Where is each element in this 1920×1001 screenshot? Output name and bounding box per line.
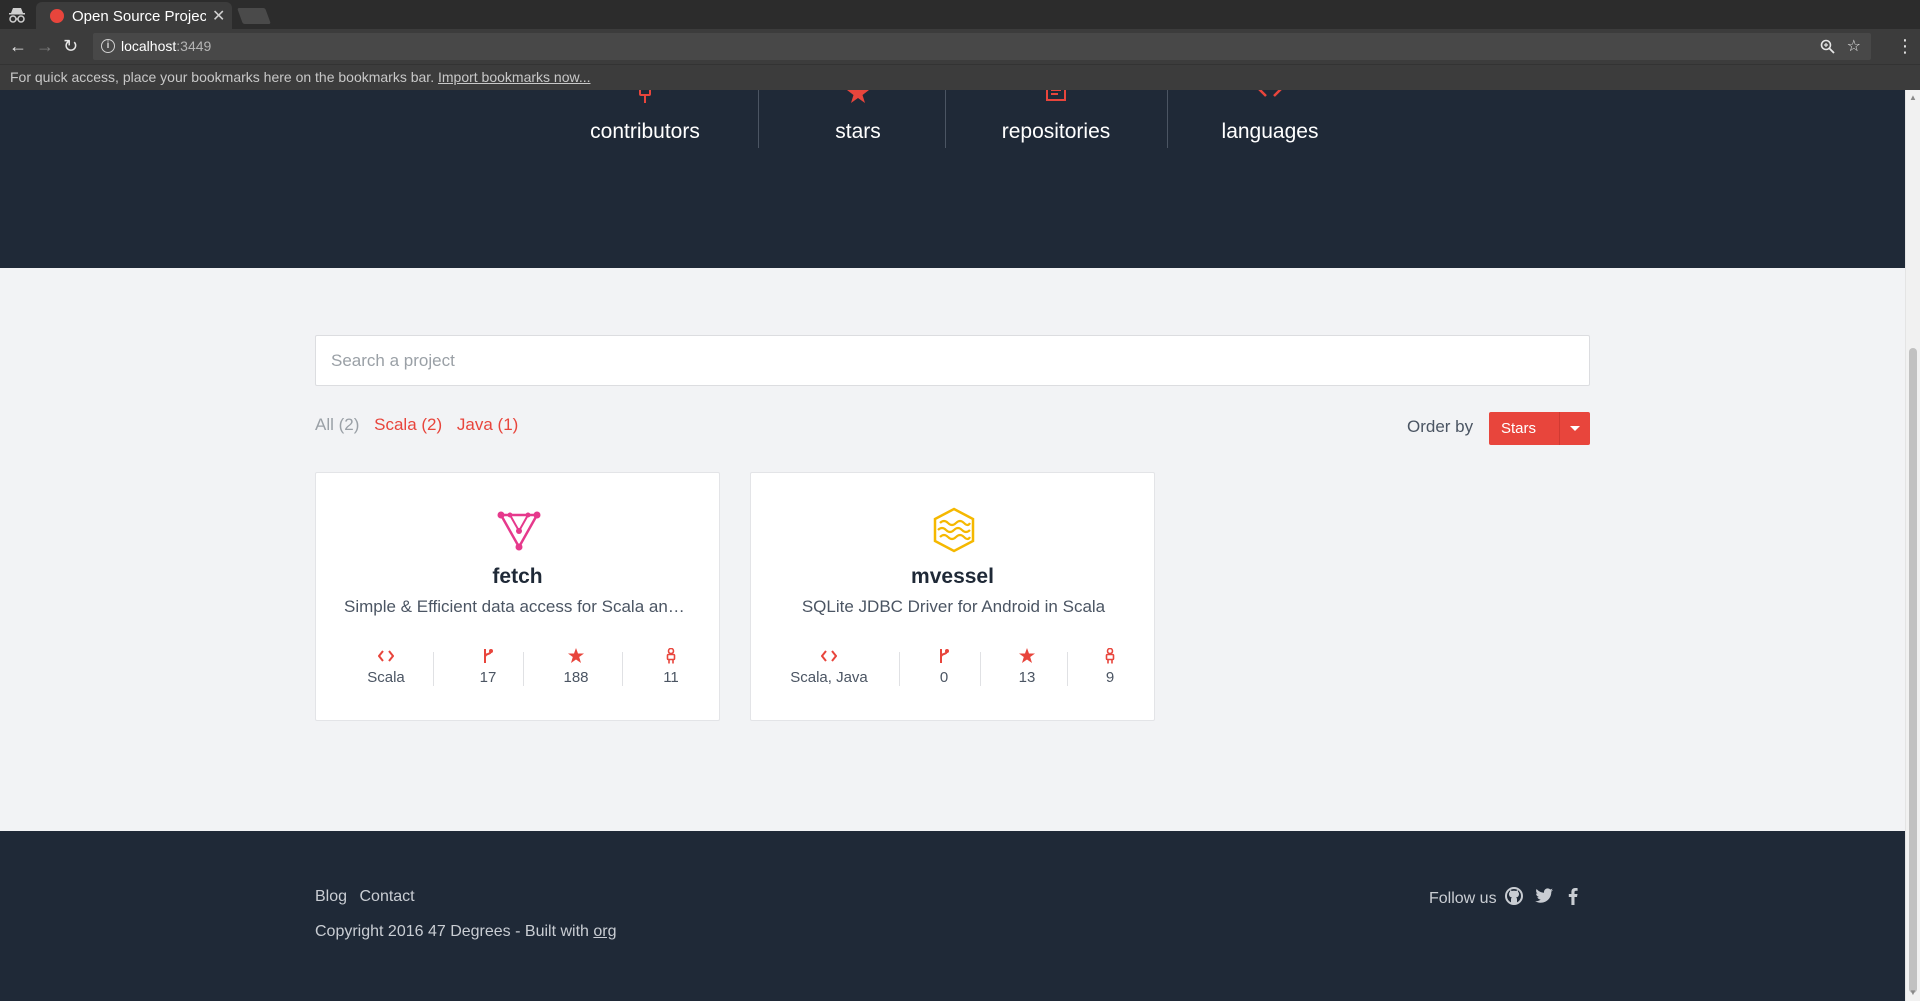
project-card-mvessel[interactable]: mvessel SQLite JDBC Driver for Android i…	[750, 472, 1155, 721]
stat-languages: languages	[1200, 90, 1340, 148]
browser-tab[interactable]: Open Source Projects ✕	[36, 2, 232, 29]
divider	[945, 90, 946, 148]
scrollbar-thumb[interactable]	[1909, 348, 1917, 993]
close-tab-icon[interactable]: ✕	[212, 6, 225, 26]
project-description: SQLite JDBC Driver for Android in Scala	[801, 597, 1106, 616]
twitter-icon[interactable]	[1534, 886, 1554, 906]
project-card-fetch[interactable]: fetch Simple & Efficient data access for…	[315, 472, 720, 721]
project-stars: 188	[536, 648, 616, 688]
code-icon	[378, 650, 394, 662]
star-icon	[568, 648, 584, 663]
copyright: Copyright 2016 47 Degrees - Built with o…	[315, 923, 617, 941]
follow-us-label: Follow us	[1429, 890, 1497, 907]
contributor-icon	[666, 648, 676, 664]
filter-all[interactable]: All (2)	[315, 415, 359, 434]
bookmark-star-icon[interactable]: ☆	[1847, 36, 1861, 56]
url-text[interactable]: localhost:3449	[121, 38, 211, 54]
org-link[interactable]: org	[593, 923, 616, 940]
facebook-icon[interactable]	[1563, 886, 1583, 906]
project-name: fetch	[492, 565, 543, 588]
stat-label: stars	[835, 120, 881, 143]
language-filters: All (2) Scala (2) Java (1)	[315, 415, 528, 435]
project-contributors: 11	[636, 648, 706, 688]
fork-icon	[940, 649, 949, 663]
filter-java[interactable]: Java (1)	[457, 415, 518, 434]
incognito-icon	[9, 8, 25, 23]
import-bookmarks-link[interactable]: Import bookmarks now...	[438, 69, 591, 85]
contributor-icon	[1105, 648, 1115, 664]
stat-label: languages	[1221, 120, 1319, 143]
project-name: mvessel	[911, 565, 994, 588]
tab-title: Open Source Projects	[72, 8, 206, 25]
github-icon[interactable]	[1504, 886, 1524, 906]
info-icon[interactable]: i	[101, 39, 115, 53]
scroll-up-icon[interactable]: ▲	[1909, 93, 1917, 102]
search-input[interactable]	[315, 335, 1590, 386]
scroll-down-icon[interactable]: ▼	[1909, 988, 1917, 997]
address-bar[interactable]: i localhost:3449 ☆	[93, 33, 1871, 60]
zoom-icon[interactable]	[1820, 39, 1835, 54]
caret-down-icon	[1570, 426, 1580, 431]
favicon-icon	[50, 9, 64, 23]
stat-contributors: contributors	[575, 90, 715, 148]
fetch-logo-icon	[497, 511, 541, 551]
code-icon	[1258, 90, 1282, 97]
projects-section: All (2) Scala (2) Java (1) Order by Star…	[0, 268, 1905, 831]
project-language: Scala, Java	[779, 648, 879, 688]
footer-links: Blog Contact	[315, 888, 423, 906]
filter-scala[interactable]: Scala (2)	[374, 415, 442, 434]
stat-repositories: repositories	[986, 90, 1126, 148]
order-by-value: Stars	[1501, 420, 1537, 437]
project-description: Simple & Efficient data access for Scala…	[344, 597, 693, 616]
code-icon	[821, 650, 837, 662]
reload-icon[interactable]: ↻	[63, 36, 78, 56]
mvessel-logo-icon	[933, 507, 975, 553]
browser-menu-icon[interactable]: ⋮	[1896, 36, 1914, 56]
project-language: Scala	[336, 648, 436, 688]
forward-arrow-icon[interactable]: →	[36, 36, 54, 56]
footer-link-contact[interactable]: Contact	[359, 888, 414, 905]
stat-stars: stars	[788, 90, 928, 148]
contributor-icon	[639, 90, 651, 103]
page-scrollbar[interactable]: ▲ ▼	[1905, 90, 1920, 1001]
bookmarks-hint: For quick access, place your bookmarks h…	[10, 69, 435, 85]
order-by-label: Order by	[1407, 417, 1474, 436]
page-content: contributors stars repositories language…	[0, 90, 1905, 1001]
copyright-text: Copyright 2016 47 Degrees - Built with	[315, 923, 589, 940]
repository-icon	[1046, 90, 1066, 101]
new-tab-button[interactable]	[237, 8, 271, 24]
order-by-select[interactable]: Stars	[1489, 412, 1590, 445]
bookmarks-bar: For quick access, place your bookmarks h…	[0, 64, 1920, 90]
browser-tabstrip: Open Source Projects ✕	[0, 0, 1920, 29]
star-icon	[1019, 648, 1035, 663]
browser-toolbar: ← → ↻ i localhost:3449 ☆ ⋮	[0, 29, 1920, 64]
project-contributors: 9	[1075, 648, 1145, 688]
project-stats: Scala 17 188 11	[316, 648, 719, 688]
divider	[758, 90, 759, 148]
stat-label: contributors	[590, 120, 700, 143]
project-forks: 0	[909, 648, 979, 688]
stat-label: repositories	[1001, 120, 1111, 143]
project-forks: 17	[453, 648, 523, 688]
fork-icon	[484, 649, 493, 663]
back-arrow-icon[interactable]: ←	[9, 36, 27, 56]
divider	[1167, 90, 1168, 148]
hero-stats: contributors stars repositories language…	[0, 90, 1905, 268]
footer-link-blog[interactable]: Blog	[315, 888, 347, 905]
footer: Blog Contact Copyright 2016 47 Degrees -…	[0, 831, 1905, 1001]
star-icon	[847, 90, 869, 103]
project-stars: 13	[992, 648, 1062, 688]
project-stats: Scala, Java 0 13 9	[751, 648, 1154, 688]
